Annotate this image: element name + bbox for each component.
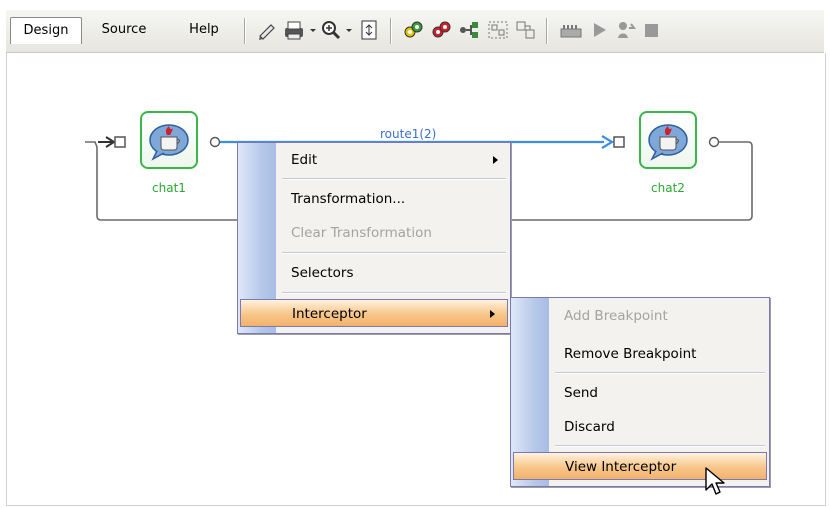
menu-item-transformation[interactable]: Transformation... [238,185,510,213]
menu-item-label: Interceptor [292,306,367,322]
menu-item-edit[interactable]: Edit [238,146,510,174]
node-label-chat1: chat1 [152,181,186,195]
menu-item-label: Send [564,385,599,401]
menu-item-label: Edit [291,152,318,168]
menu-item-label: Discard [564,419,615,435]
input-port-chat2 [613,136,625,148]
route-label[interactable]: route1(2) [380,127,436,141]
node-chat2[interactable] [639,111,697,169]
menu-item-selectors[interactable]: Selectors [238,259,510,287]
menu-item-discard[interactable]: Discard [511,413,769,441]
loop-wire-chat2 [510,141,753,221]
chat-component-icon [149,124,189,161]
interceptor-submenu: Add Breakpoint Remove Breakpoint Send Di… [510,297,770,487]
mouse-cursor-icon [705,467,725,495]
chat-component-icon [648,124,688,161]
menu-item-interceptor[interactable]: Interceptor [240,299,508,327]
output-port-chat2 [708,136,720,148]
menu-item-send[interactable]: Send [511,379,769,407]
node-label-chat2: chat2 [651,181,685,195]
menu-divider [282,292,506,294]
menu-divider [282,252,506,254]
menu-item-clear-transformation: Clear Transformation [238,219,510,247]
menu-item-add-breakpoint: Add Breakpoint [511,302,769,330]
menu-item-label: Clear Transformation [291,225,432,241]
menu-item-remove-breakpoint[interactable]: Remove Breakpoint [511,340,769,368]
menu-divider [555,445,765,447]
menu-divider [282,178,506,180]
node-chat1[interactable] [140,111,198,169]
context-menu: Edit Transformation... Clear Transformat… [237,142,511,334]
submenu-arrow-icon [490,310,495,318]
menu-item-view-interceptor[interactable]: View Interceptor [513,452,767,480]
menu-item-label: Transformation... [291,191,406,207]
menu-item-label: Remove Breakpoint [564,346,697,362]
input-port-chat1 [114,136,126,148]
menu-divider [555,372,765,374]
submenu-arrow-icon [493,156,498,164]
menu-item-label: Selectors [291,265,354,281]
menu-item-label: View Interceptor [565,459,677,475]
menu-item-label: Add Breakpoint [564,308,668,324]
output-port-chat1 [209,136,221,148]
